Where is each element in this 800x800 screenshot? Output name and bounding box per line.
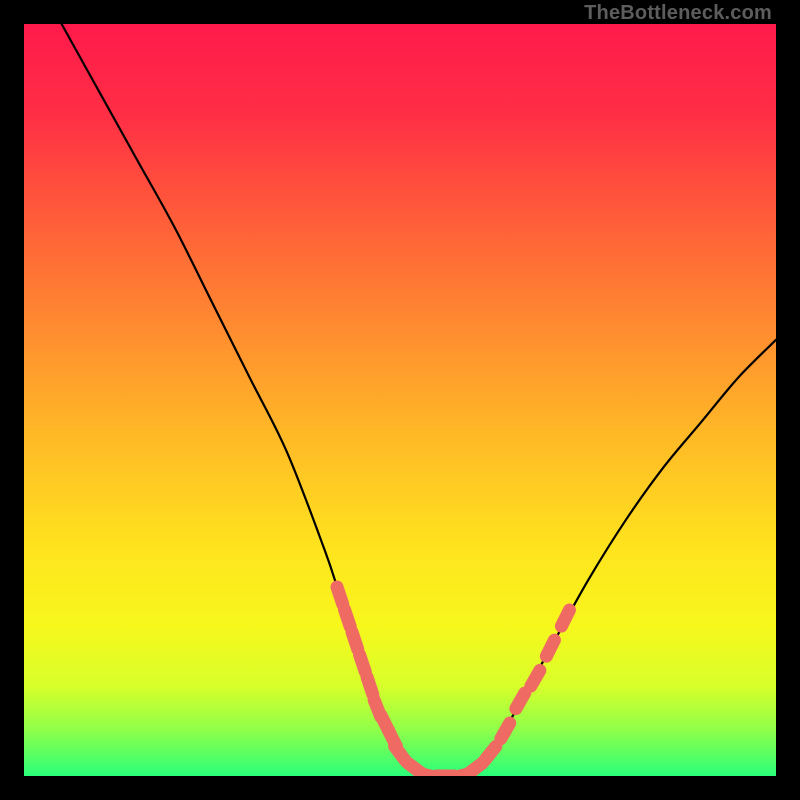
highlight-markers [337,587,569,776]
marker [501,723,510,739]
marker [561,610,569,626]
marker [516,693,525,709]
marker [485,746,496,760]
plot-area [24,24,776,776]
marker [337,587,343,604]
chart-frame: TheBottleneck.com [0,0,800,800]
bottleneck-curve [62,24,776,776]
marker [345,610,351,627]
marker [352,632,358,649]
marker [531,670,540,686]
marker [546,640,554,656]
marker [360,655,366,672]
watermark-text: TheBottleneck.com [584,2,772,25]
marker [367,677,373,694]
curve-layer [24,24,776,776]
